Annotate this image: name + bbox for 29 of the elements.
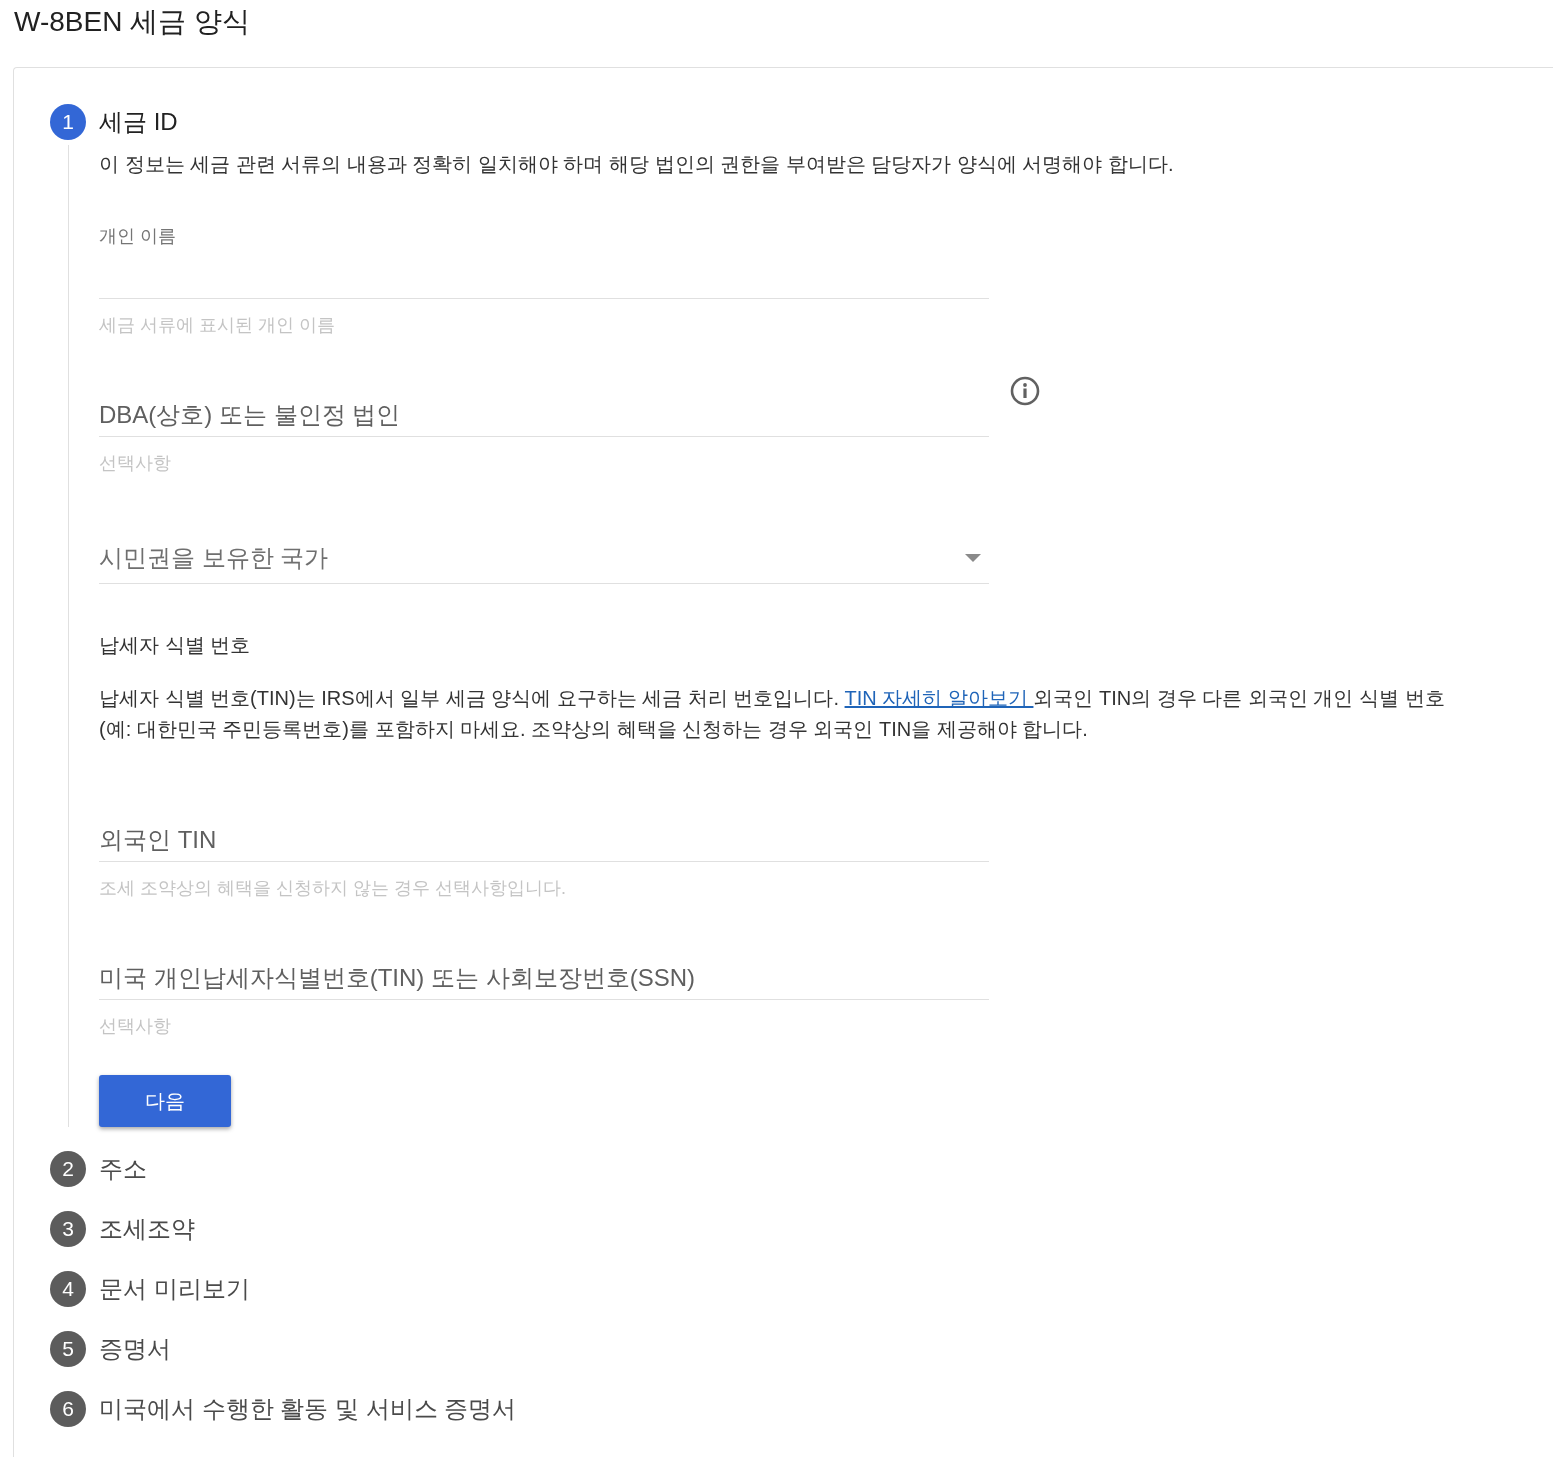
step-number: 4 <box>50 1271 86 1307</box>
step-title: 미국에서 수행한 활동 및 서비스 증명서 <box>99 1394 517 1424</box>
country-select[interactable]: 시민권을 보유한 국가 <box>99 536 989 584</box>
text-field[interactable]: 미국 개인납세자식별번호(TIN) 또는 사회보장번호(SSN) <box>99 956 989 1000</box>
step-number: 3 <box>50 1211 86 1247</box>
step-description: 이 정보는 세금 관련 서류의 내용과 정확히 일치해야 하며 해당 법인의 권한을 부여받은 담당자가 양식에 서명해야 합니다. <box>99 152 1175 177</box>
step-number: 1 <box>50 104 86 140</box>
helper-text: 선택사항 <box>99 452 171 475</box>
page-title: W-8BEN 세금 양식 <box>14 5 250 39</box>
step-title: 문서 미리보기 <box>99 1274 250 1304</box>
step-title: 세금 ID <box>99 107 178 137</box>
step-title: 조세조약 <box>99 1214 195 1244</box>
learn-more-link[interactable]: TIN 자세히 알아보기 <box>844 687 1034 709</box>
step-number: 5 <box>50 1331 86 1367</box>
next-button[interactable]: 다음 <box>99 1075 231 1127</box>
helper-text: 세금 서류에 표시된 개인 이름 <box>99 314 335 337</box>
text-field[interactable]: DBA(상호) 또는 불인정 법인 <box>99 393 989 437</box>
section-heading: 납세자 식별 번호 <box>99 633 251 658</box>
step-title: 주소 <box>99 1154 147 1184</box>
step-title: 증명서 <box>99 1334 171 1364</box>
caret-icon <box>965 553 981 562</box>
helper-text: 선택사항 <box>99 1015 171 1038</box>
helper-text: 조세 조약상의 혜택을 신청하지 않는 경우 선택사항입니다. <box>99 877 566 900</box>
step-number: 6 <box>50 1391 86 1427</box>
field-label: 개인 이름 <box>99 225 176 248</box>
info-icon[interactable] <box>1010 376 1040 406</box>
text-field[interactable]: 외국인 TIN <box>99 818 989 862</box>
tin-description: 납세자 식별 번호(TIN)는 IRS에서 일부 세금 양식에 요구하는 세금 처리 번호입니다. TIN 자세히 알아보기 외국인 TIN의 경우 다른 외국인 개인 식별 번호 (예: 대한민국 주민등록번호)를 포함하지 마세요. 조약상의 혜택을 신청하는 경우 외국인 TIN을 제공해야 합니다. <box>99 686 1446 742</box>
step-number: 2 <box>50 1151 86 1187</box>
